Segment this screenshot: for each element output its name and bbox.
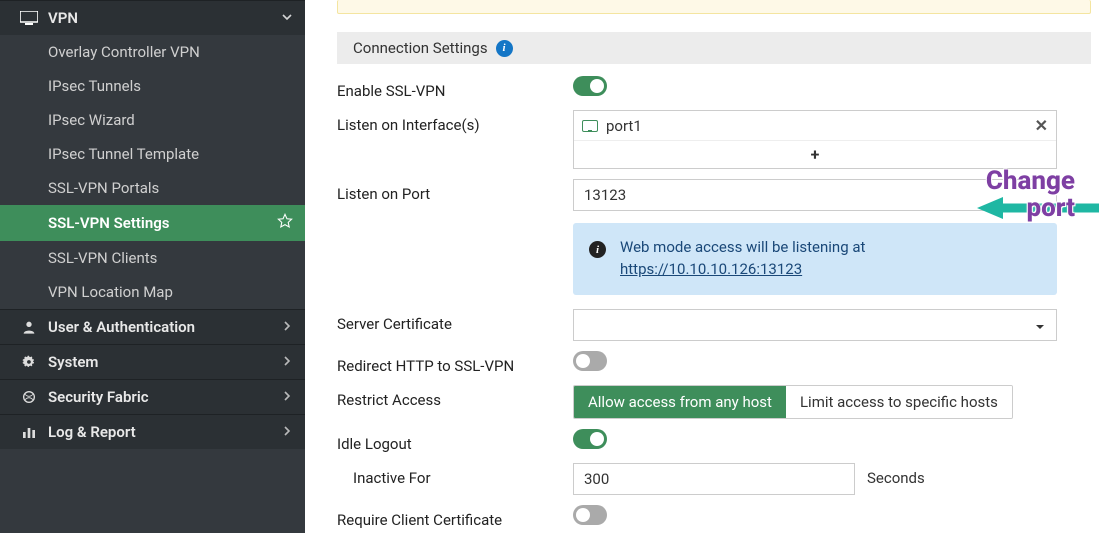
web-mode-url-link[interactable]: https://10.10.10.126:13123: [620, 260, 802, 278]
chart-icon: [18, 424, 40, 440]
nav-ipsec-wizard[interactable]: IPsec Wizard: [0, 103, 305, 137]
monitor-icon: [18, 11, 40, 25]
port-icon: [582, 120, 598, 132]
toggle-enable-sslvpn[interactable]: [573, 76, 607, 96]
inactive-for-input[interactable]: 300: [573, 463, 855, 495]
chevron-right-icon: [281, 320, 293, 335]
label-server-cert: Server Certificate: [337, 309, 573, 333]
chevron-right-icon: [281, 425, 293, 440]
listen-port-input[interactable]: 13123: [573, 179, 1057, 211]
nav-system[interactable]: System: [0, 344, 305, 379]
user-icon: [18, 319, 40, 335]
label-listen-interfaces: Listen on Interface(s): [337, 110, 573, 134]
nav-vpn[interactable]: VPN: [0, 0, 305, 35]
nav-sslvpn-portals[interactable]: SSL-VPN Portals: [0, 171, 305, 205]
restrict-access-segmented: Allow access from any host Limit access …: [573, 385, 1013, 419]
label-enable-sslvpn: Enable SSL-VPN: [337, 76, 573, 100]
chevron-right-icon: [281, 390, 293, 405]
interface-chip-port1[interactable]: port1 ✕: [574, 111, 1056, 140]
chevron-right-icon: [281, 355, 293, 370]
nav-user-authentication[interactable]: User & Authentication: [0, 309, 305, 344]
toggle-redirect-http[interactable]: [573, 351, 607, 371]
nav-sslvpn-clients[interactable]: SSL-VPN Clients: [0, 241, 305, 275]
gear-icon: [18, 354, 40, 370]
nav-label: User & Authentication: [48, 318, 195, 336]
nav-overlay-controller-vpn[interactable]: Overlay Controller VPN: [0, 35, 305, 69]
alert-bar: [337, 0, 1091, 14]
label-idle-logout: Idle Logout: [337, 429, 573, 453]
nav-sslvpn-settings[interactable]: SSL-VPN Settings: [0, 205, 305, 241]
web-mode-info: i Web mode access will be listening at h…: [573, 223, 1057, 295]
nav-label: VPN: [48, 9, 78, 27]
sidebar: VPN Overlay Controller VPN IPsec Tunnels…: [0, 0, 305, 533]
info-icon[interactable]: i: [496, 40, 513, 57]
label-require-client-cert: Require Client Certificate: [337, 505, 573, 529]
add-interface-button[interactable]: +: [574, 140, 1056, 168]
nav-security-fabric[interactable]: Security Fabric: [0, 379, 305, 414]
remove-interface-icon[interactable]: ✕: [1035, 116, 1048, 135]
nav-label: Log & Report: [48, 423, 136, 441]
section-header: Connection Settings i: [337, 32, 1091, 64]
section-title: Connection Settings: [353, 39, 488, 57]
label-listen-port: Listen on Port: [337, 179, 573, 203]
toggle-require-client-cert[interactable]: [573, 505, 607, 525]
nav-label: System: [48, 353, 98, 371]
info-text: Web mode access will be listening at: [620, 238, 865, 256]
nav-label: Security Fabric: [48, 388, 149, 406]
main-panel: Connection Settings i Enable SSL-VPN Lis…: [305, 0, 1099, 533]
fabric-icon: [18, 389, 40, 405]
server-cert-select[interactable]: [573, 309, 1057, 341]
info-icon: i: [589, 241, 606, 258]
label-redirect-http: Redirect HTTP to SSL-VPN: [337, 351, 573, 375]
interface-name: port1: [606, 117, 642, 135]
nav-vpn-location-map[interactable]: VPN Location Map: [0, 275, 305, 309]
label-restrict-access: Restrict Access: [337, 385, 573, 409]
restrict-opt-specific-hosts[interactable]: Limit access to specific hosts: [786, 386, 1012, 418]
caret-down-icon: [1034, 319, 1046, 337]
nav-ipsec-tunnels[interactable]: IPsec Tunnels: [0, 69, 305, 103]
inactive-for-unit: Seconds: [855, 463, 937, 495]
nav-log-report[interactable]: Log & Report: [0, 414, 305, 449]
toggle-idle-logout[interactable]: [573, 429, 607, 449]
star-icon[interactable]: [277, 213, 293, 233]
restrict-opt-any-host[interactable]: Allow access from any host: [574, 386, 786, 418]
interfaces-box: port1 ✕ +: [573, 110, 1057, 169]
label-inactive-for: Inactive For: [337, 463, 573, 487]
nav-ipsec-tunnel-template[interactable]: IPsec Tunnel Template: [0, 137, 305, 171]
chevron-down-icon: [281, 11, 293, 26]
